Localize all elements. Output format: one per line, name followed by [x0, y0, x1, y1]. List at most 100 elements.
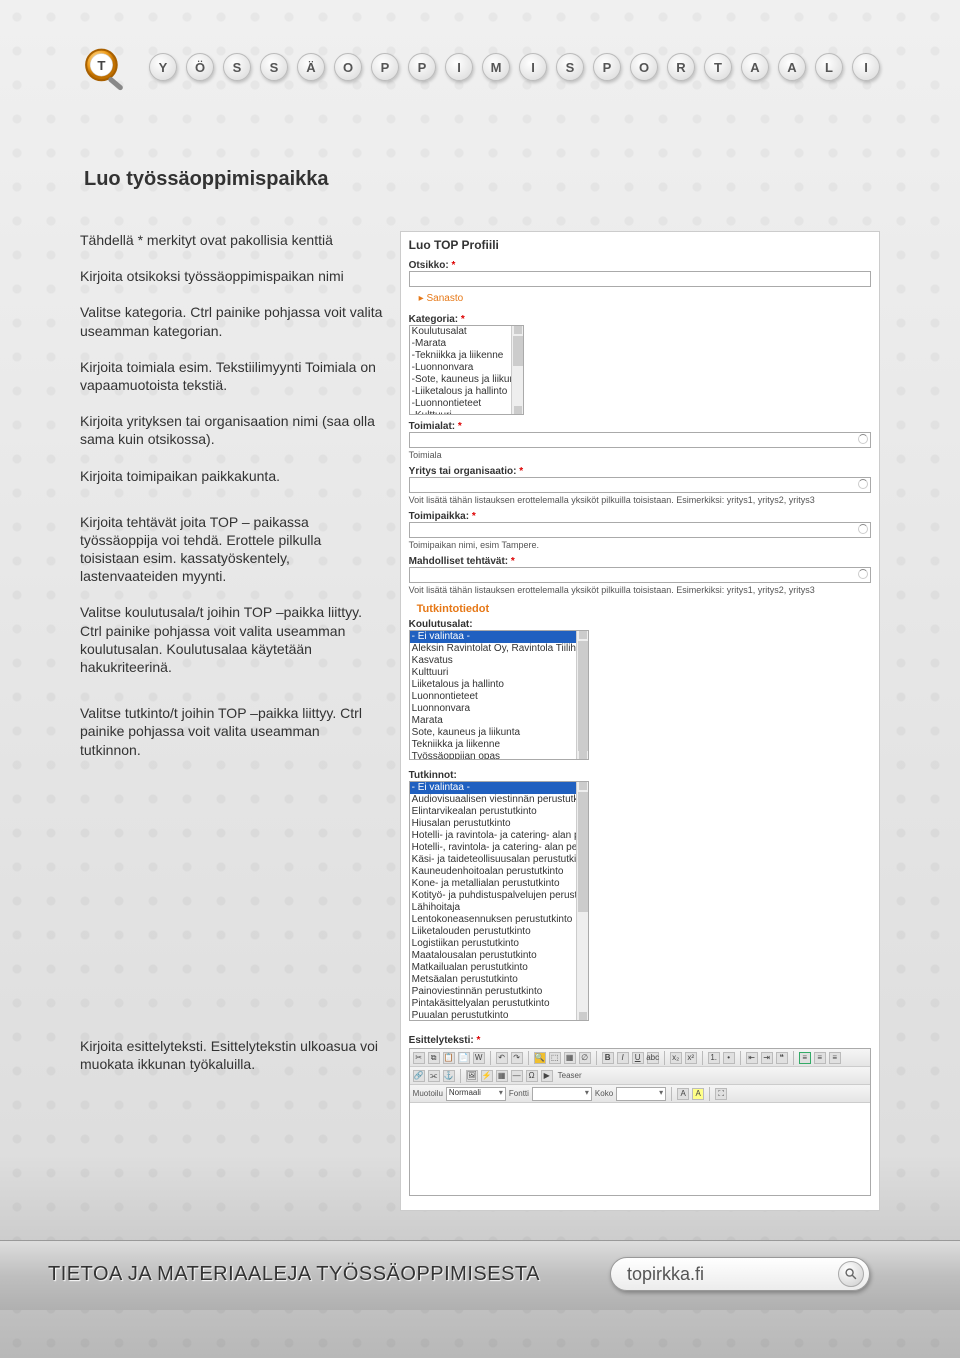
copy-icon[interactable]: ⧉	[428, 1052, 440, 1064]
tehtavat-label: Mahdolliset tehtävät: *	[409, 556, 871, 567]
sub-icon[interactable]: x₂	[670, 1052, 682, 1064]
remove-format-icon[interactable]: ∅	[579, 1052, 591, 1064]
yritys-hint: Voit lisätä tähän listauksen erottelemal…	[409, 495, 871, 505]
toimipaikka-label: Toimipaikka: *	[409, 511, 871, 522]
footer: TIETOA JA MATERIAALEJA TYÖSSÄOPPIMISESTA…	[0, 1248, 960, 1300]
richtext-editor[interactable]: ✂ ⧉ 📋 📄 W ↶ ↷ 🔍 ⬚ ▦ ∅ B I U	[409, 1048, 871, 1196]
instruction-text: Kirjoita toimipaikan paikkakunta.	[80, 467, 384, 485]
toimipaikka-hint: Toimipaikan nimi, esim Tampere.	[409, 540, 871, 550]
spinner-icon	[858, 569, 868, 579]
scrollbar[interactable]	[511, 326, 523, 414]
outdent-icon[interactable]: ⇤	[746, 1052, 758, 1064]
tutkinnot-label: Tutkinnot:	[409, 770, 871, 781]
fontti-select[interactable]	[532, 1087, 592, 1101]
image-icon[interactable]: 🖼	[466, 1070, 478, 1082]
italic-icon[interactable]: I	[617, 1052, 629, 1064]
otsikko-label: Otsikko: *	[409, 260, 871, 271]
editor-body[interactable]	[410, 1103, 870, 1195]
table-icon[interactable]: ▦	[496, 1070, 508, 1082]
flash-icon[interactable]: ⚡	[481, 1070, 493, 1082]
koko-select[interactable]	[616, 1087, 666, 1101]
instruction-text: Valitse koulutusala/t joihin TOP –paikka…	[80, 603, 384, 676]
align-left-icon[interactable]: ≡	[799, 1052, 811, 1064]
blockquote-icon[interactable]: ❝	[776, 1052, 788, 1064]
media-icon[interactable]: ▶	[541, 1070, 553, 1082]
scrollbar[interactable]	[576, 782, 588, 1020]
underline-icon[interactable]: U	[632, 1052, 644, 1064]
fontti-label: Fontti	[509, 1089, 529, 1098]
text-color-icon[interactable]: A	[677, 1088, 689, 1100]
indent-icon[interactable]: ⇥	[761, 1052, 773, 1064]
esittely-label: Esittelyteksti: *	[409, 1035, 871, 1046]
toimialat-label: Toimialat: *	[409, 421, 871, 432]
toimipaikka-input[interactable]	[409, 522, 871, 538]
sanasto-link[interactable]: Sanasto	[419, 293, 464, 304]
maximize-icon[interactable]: ⛶	[715, 1088, 727, 1100]
header: T YÖSSÄOPPIMISPORTAALI	[80, 20, 880, 120]
instructions-column: Tähdellä * merkityt ovat pakollisia kent…	[80, 231, 384, 1211]
yritys-label: Yritys tai organisaatio: *	[409, 466, 871, 477]
paste-plain-icon[interactable]: 📄	[458, 1052, 470, 1064]
search-button[interactable]	[838, 1261, 864, 1287]
yritys-input[interactable]	[409, 477, 871, 493]
editor-toolbar-row-2: 🔗 ⫘ ⚓ 🖼 ⚡ ▦ — Ω ▶ Teaser	[410, 1067, 870, 1085]
otsikko-input[interactable]	[409, 271, 871, 287]
special-char-icon[interactable]: Ω	[526, 1070, 538, 1082]
tutkintotiedot-heading: Tutkintotiedot	[417, 603, 871, 615]
koulutusalat-select[interactable]: - Ei valintaa - Aleksin Ravintolat Oy, R…	[409, 630, 589, 760]
align-center-icon[interactable]: ≡	[814, 1052, 826, 1064]
logo-magnifier-icon: T	[80, 20, 131, 120]
page-title: Luo työssäoppimispaikka	[84, 168, 880, 191]
instruction-text: Kirjoita yrityksen tai organisaation nim…	[80, 412, 384, 448]
search-placeholder: topirkka.fi	[627, 1264, 704, 1285]
find-icon[interactable]: 🔍	[534, 1052, 546, 1064]
kategoria-select[interactable]: Koulutusalat -Marata -Tekniikka ja liike…	[409, 325, 524, 415]
instruction-text: Kirjoita toimiala esim. Tekstiilimyynti …	[80, 358, 384, 394]
spinner-icon	[858, 479, 868, 489]
instruction-text: Kirjoita esittelyteksti. Esittelytekstin…	[80, 1037, 384, 1073]
ol-icon[interactable]: 1.	[708, 1052, 720, 1064]
tutkinnot-select[interactable]: - Ei valintaa - Audiovisuaalisen viestin…	[409, 781, 589, 1021]
ul-icon[interactable]: •	[723, 1052, 735, 1064]
instruction-text: Tähdellä * merkityt ovat pakollisia kent…	[80, 231, 384, 249]
redo-icon[interactable]: ↷	[511, 1052, 523, 1064]
search-icon	[844, 1267, 858, 1281]
editor-toolbar-row-1: ✂ ⧉ 📋 📄 W ↶ ↷ 🔍 ⬚ ▦ ∅ B I U	[410, 1049, 870, 1067]
bg-color-icon[interactable]: A	[692, 1088, 704, 1100]
cut-icon[interactable]: ✂	[413, 1052, 425, 1064]
selectall-icon[interactable]: ▦	[564, 1052, 576, 1064]
bold-icon[interactable]: B	[602, 1052, 614, 1064]
sup-icon[interactable]: x²	[685, 1052, 697, 1064]
instruction-text: Kirjoita otsikoksi työssäoppimispaikan n…	[80, 267, 384, 285]
instruction-text: Valitse kategoria. Ctrl painike pohjassa…	[80, 303, 384, 339]
koulutusalat-label: Koulutusalat:	[409, 619, 871, 630]
teaser-label: Teaser	[558, 1071, 582, 1080]
undo-icon[interactable]: ↶	[496, 1052, 508, 1064]
scrollbar[interactable]	[576, 631, 588, 759]
footer-search[interactable]: topirkka.fi	[610, 1257, 870, 1291]
toimialat-input[interactable]	[409, 432, 871, 448]
tehtavat-input[interactable]	[409, 567, 871, 583]
paste-icon[interactable]: 📋	[443, 1052, 455, 1064]
anchor-icon[interactable]: ⚓	[443, 1070, 455, 1082]
form-title: Luo TOP Profiili	[409, 238, 871, 252]
muotoilu-select[interactable]: Normaali	[446, 1087, 506, 1101]
form-panel: Luo TOP Profiili Otsikko: * Sanasto Kate…	[400, 231, 880, 1211]
koko-label: Koko	[595, 1089, 613, 1098]
align-right-icon[interactable]: ≡	[829, 1052, 841, 1064]
muotoilu-label: Muotoilu	[413, 1089, 443, 1098]
header-letters: YÖSSÄOPPIMISPORTAALI	[149, 53, 880, 81]
kategoria-label: Kategoria: *	[409, 314, 871, 325]
hr-icon[interactable]: —	[511, 1070, 523, 1082]
link-icon[interactable]: 🔗	[413, 1070, 425, 1082]
strike-icon[interactable]: abc	[647, 1052, 659, 1064]
instruction-text: Valitse tutkinto/t joihin TOP –paikka li…	[80, 704, 384, 759]
svg-text:T: T	[97, 58, 105, 73]
footer-text: TIETOA JA MATERIAALEJA TYÖSSÄOPPIMISESTA	[48, 1263, 540, 1286]
replace-icon[interactable]: ⬚	[549, 1052, 561, 1064]
editor-toolbar-row-3: Muotoilu Normaali Fontti Koko A A ⛶	[410, 1085, 870, 1103]
spinner-icon	[858, 524, 868, 534]
paste-word-icon[interactable]: W	[473, 1052, 485, 1064]
unlink-icon[interactable]: ⫘	[428, 1070, 440, 1082]
instruction-text: Kirjoita tehtävät joita TOP – paikassa t…	[80, 513, 384, 586]
